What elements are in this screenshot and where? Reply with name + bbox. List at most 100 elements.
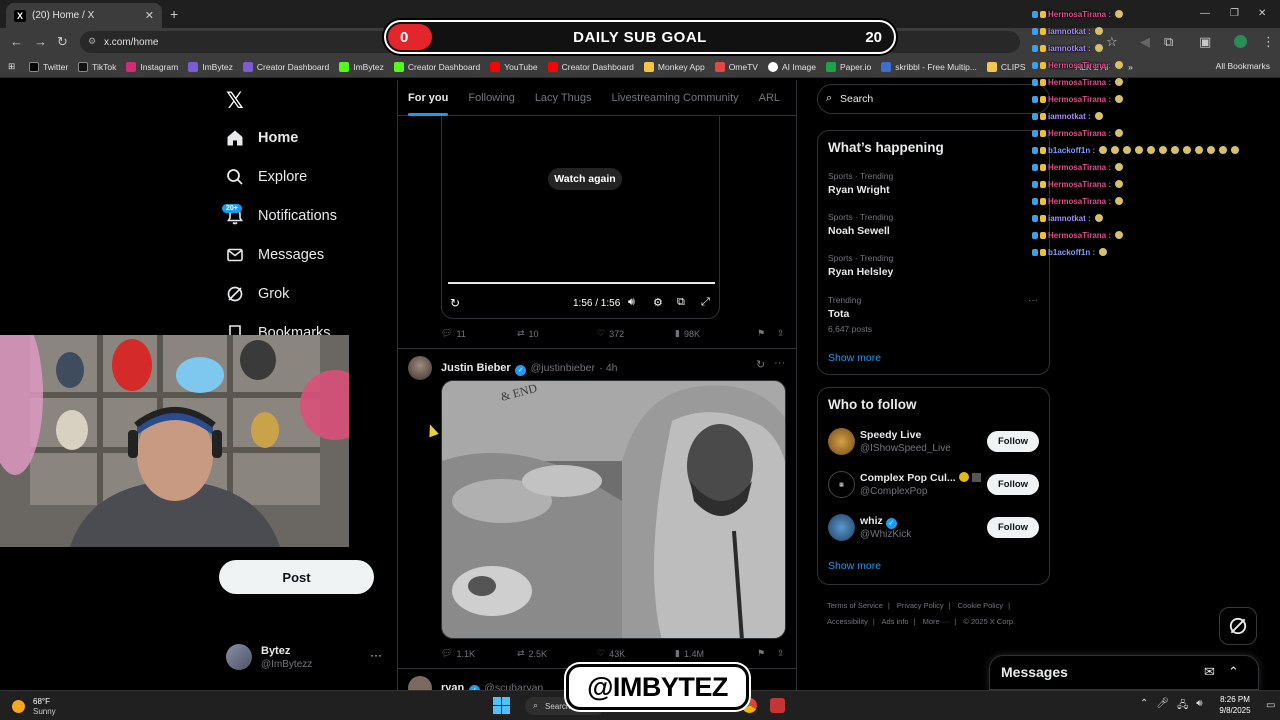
avatar[interactable] xyxy=(828,514,855,541)
bookmark-item[interactable]: YouTube xyxy=(490,61,538,72)
repost-button[interactable]: ⇄ 2.5K xyxy=(517,648,597,659)
nav-item-home[interactable]: Home xyxy=(226,129,298,147)
bookmark-item[interactable]: skribbl - Free Multip... xyxy=(881,61,977,72)
avatar[interactable] xyxy=(828,428,855,455)
show-more-link[interactable]: Show more xyxy=(828,352,881,364)
bookmark-item[interactable]: AI Image xyxy=(767,61,816,72)
bookmark-icon[interactable]: ⚑ xyxy=(757,328,777,339)
windows-start-icon[interactable] xyxy=(493,697,510,714)
trend-item[interactable]: Sports · Trending Ryan Helsley xyxy=(828,253,1038,278)
new-tab-button[interactable]: + xyxy=(170,6,178,22)
browser-tab[interactable]: X (20) Home / X ✕ xyxy=(6,3,162,28)
grok-button[interactable] xyxy=(1219,607,1257,645)
bookmark-item[interactable]: Monkey App xyxy=(643,61,705,72)
bookmark-item[interactable]: Creator Dashboard xyxy=(242,61,329,72)
follow-suggestion[interactable]: ▦ Complex Pop Cul... @ComplexPop Follow xyxy=(828,471,1040,499)
search-input[interactable]: ⌕ Search xyxy=(817,84,1050,114)
messages-drawer[interactable]: Messages ✉ ⌃ xyxy=(989,655,1259,690)
app-icon[interactable] xyxy=(770,698,785,713)
bookmark-item[interactable]: OmeTV xyxy=(714,61,758,72)
tweet-time[interactable]: · 4h xyxy=(599,362,617,374)
footer-link[interactable]: Terms of Service xyxy=(827,601,883,610)
nav-item-grok[interactable]: Grok xyxy=(226,285,289,303)
avatar[interactable] xyxy=(408,356,432,380)
fullscreen-icon[interactable]: ⤢ xyxy=(701,296,710,309)
network-icon[interactable]: 🖧 xyxy=(1177,698,1188,715)
new-message-icon[interactable]: ✉ xyxy=(1204,664,1215,680)
taskbar-clock[interactable]: 8:26 PM 9/8/2025 xyxy=(1210,694,1260,716)
like-button[interactable]: ♡ 372 xyxy=(597,328,675,339)
follow-button[interactable]: Follow xyxy=(987,517,1039,538)
nav-item-explore[interactable]: Explore xyxy=(226,168,307,186)
tab-livestreaming-community[interactable]: Livestreaming Community xyxy=(601,80,748,116)
post-button[interactable]: Post xyxy=(219,560,374,594)
bookmark-item[interactable]: Paper.io xyxy=(826,61,871,72)
tab-arl[interactable]: ARL xyxy=(749,80,790,116)
site-info-icon[interactable]: ⚙ xyxy=(88,36,96,47)
more-icon[interactable]: ··· xyxy=(774,357,785,369)
footer-link[interactable]: Accessibility xyxy=(827,617,868,626)
speaker-icon[interactable]: 🔊︎ xyxy=(1196,698,1202,715)
video-progress-bar[interactable] xyxy=(448,282,715,284)
more-icon[interactable]: ··· xyxy=(370,648,382,662)
follow-suggestion[interactable]: whiz ✓ @WhizKick Follow xyxy=(828,514,1040,542)
bookmark-item[interactable]: Instagram xyxy=(126,61,178,72)
tweet-author-handle[interactable]: @justinbieber xyxy=(531,362,595,374)
video-player[interactable]: Watch again ↻ 1:56 / 1:56 🔊︎ ⚙ ⧉ ⤢ xyxy=(441,116,720,319)
grok-icon[interactable]: ↻ xyxy=(756,358,765,371)
weather-widget[interactable]: 68°F Sunny xyxy=(12,695,92,717)
trend-item[interactable]: Sports · Trending Ryan Wright xyxy=(828,171,1038,196)
tab-close-icon[interactable]: ✕ xyxy=(145,9,154,22)
bookmark-item[interactable]: Creator Dashboard xyxy=(393,61,480,72)
avatar[interactable]: ▦ xyxy=(828,471,855,498)
tweet-photo[interactable]: & END xyxy=(441,380,786,639)
back-icon[interactable]: ← xyxy=(10,34,23,49)
show-more-link[interactable]: Show more xyxy=(828,560,881,572)
footer-link[interactable]: More ··· xyxy=(923,617,950,626)
picture-in-picture-icon[interactable]: ⧉ xyxy=(677,296,685,309)
forward-icon[interactable]: → xyxy=(34,34,47,49)
like-button[interactable]: ♡ 43K xyxy=(597,648,675,659)
views-button[interactable]: ▮ 1.4M xyxy=(675,648,757,659)
bookmark-item[interactable]: TikTok xyxy=(78,61,116,72)
follow-button[interactable]: Follow xyxy=(987,431,1039,452)
tab-following[interactable]: Following xyxy=(458,80,524,116)
bookmark-item[interactable]: Creator Dashboard xyxy=(547,61,634,72)
reply-button[interactable]: 💬︎ 1.1K xyxy=(441,648,517,659)
more-icon[interactable]: ··· xyxy=(1028,295,1038,306)
nav-item-messages[interactable]: Messages xyxy=(226,246,324,264)
bookmark-item[interactable]: CLIPS xyxy=(986,61,1026,72)
repost-button[interactable]: ⇄ 10 xyxy=(517,328,597,339)
footer-link[interactable]: Cookie Policy xyxy=(958,601,1003,610)
reply-button[interactable]: 💬︎ 11 xyxy=(441,328,517,339)
microphone-icon[interactable]: 🎤︎ xyxy=(1156,698,1169,715)
trend-item[interactable]: Sports · Trending Noah Sewell xyxy=(828,212,1038,237)
settings-gear-icon[interactable]: ⚙ xyxy=(653,296,663,309)
bookmark-icon[interactable]: ⚑ xyxy=(757,648,777,659)
follow-suggestion[interactable]: Speedy Live @IShowSpeed_Live Follow xyxy=(828,428,1040,456)
bookmark-item[interactable]: ImBytez xyxy=(188,61,233,72)
tab-for-you[interactable]: For you xyxy=(398,80,458,116)
replay-icon[interactable]: ↻ xyxy=(450,296,460,310)
tab-lacy-thugs[interactable]: Lacy Thugs xyxy=(525,80,602,116)
footer-link[interactable]: Privacy Policy xyxy=(897,601,944,610)
tab-more[interactable]: B xyxy=(790,80,796,116)
nav-item-notifications[interactable]: Notifications xyxy=(226,207,337,225)
expand-icon[interactable]: ⌃ xyxy=(1228,664,1239,680)
share-icon[interactable]: ⇪ xyxy=(777,328,785,339)
apps-icon[interactable]: ⊞ xyxy=(8,61,15,72)
bookmark-item[interactable]: ImBytez xyxy=(339,61,384,72)
views-button[interactable]: ▮ 98K xyxy=(675,328,757,339)
account-switcher[interactable]: Bytez @ImBytezz ··· xyxy=(226,644,386,674)
chevron-up-icon[interactable]: ⌃ xyxy=(1140,698,1148,715)
follow-button[interactable]: Follow xyxy=(987,474,1039,495)
share-icon[interactable]: ⇪ xyxy=(777,648,785,659)
bookmark-item[interactable]: Twitter xyxy=(29,61,68,72)
footer-link[interactable]: Ads info xyxy=(881,617,908,626)
watch-again-button[interactable]: Watch again xyxy=(548,168,622,190)
notification-center-icon[interactable]: ▭ xyxy=(1266,700,1275,711)
volume-icon[interactable]: 🔊︎ xyxy=(628,296,635,309)
reload-icon[interactable]: ↻ xyxy=(57,34,68,50)
trend-item[interactable]: Trending Tota 6,647 posts ··· xyxy=(828,295,1038,334)
x-logo-icon[interactable]: 𝕏 xyxy=(226,88,244,114)
